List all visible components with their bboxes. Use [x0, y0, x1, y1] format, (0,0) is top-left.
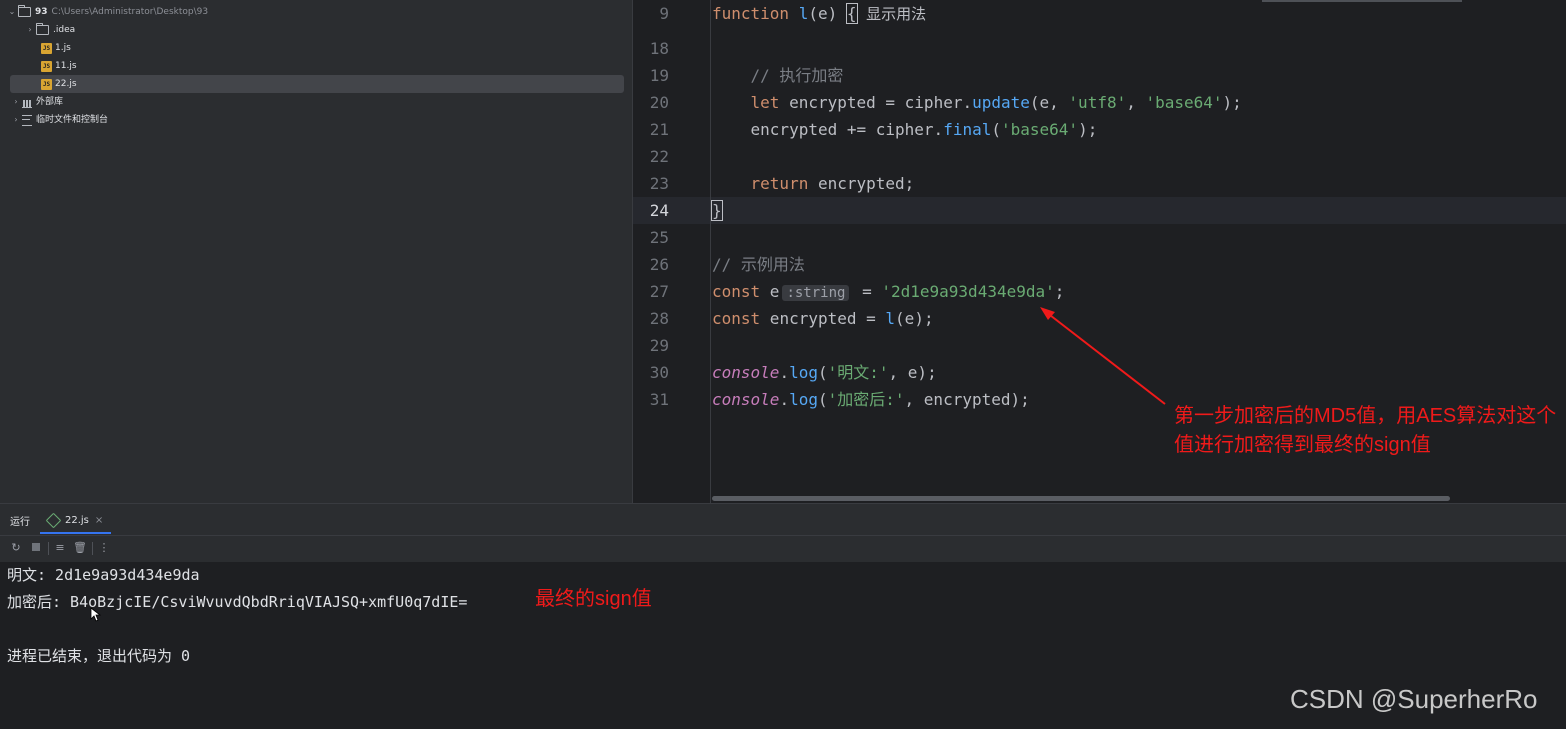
- run-tab-label: 22.js: [65, 514, 89, 526]
- js-file-icon: JS: [41, 60, 52, 72]
- console-output-line: 进程已结束，退出代码为 0: [7, 647, 191, 665]
- tree-item-scratches[interactable]: › 临时文件和控制台: [0, 111, 632, 129]
- folder-icon: [18, 5, 31, 17]
- line-code: function l(e) { 显示用法: [712, 3, 927, 24]
- editor-horizontal-scrollbar[interactable]: [712, 496, 1450, 501]
- line-code: encrypted += cipher.final('base64');: [712, 120, 1098, 139]
- js-file-icon: JS: [41, 42, 52, 54]
- run-tab-22-js[interactable]: 22.js ×: [40, 508, 112, 534]
- line-number: 23: [649, 174, 669, 193]
- code-line[interactable]: 18: [633, 35, 1566, 62]
- line-code: const encrypted = l(e);: [712, 309, 934, 328]
- annotation-arrow: [1040, 307, 1166, 405]
- run-panel-title: 运行: [10, 517, 30, 528]
- tree-item-external-libraries[interactable]: › 外部库: [0, 93, 632, 111]
- tree-item-idea[interactable]: › .idea: [0, 21, 632, 39]
- tree-item-label: 1.js: [55, 43, 71, 53]
- folder-icon: [36, 23, 49, 35]
- line-number: 22: [649, 147, 669, 166]
- line-code: console.log('加密后:', encrypted);: [712, 390, 1030, 409]
- rerun-icon[interactable]: ↻: [9, 541, 23, 555]
- code-line[interactable]: 20 let encrypted = cipher.update(e, 'utf…: [633, 89, 1566, 116]
- trash-icon[interactable]: 🗑: [73, 541, 87, 555]
- mouse-pointer-icon: [90, 607, 102, 622]
- run-tabbar: 运行 22.js ×: [0, 504, 1566, 536]
- annotation-text: 第一步加密后的MD5值，用AES算法对这个值进行加密得到最终的sign值: [1174, 405, 1557, 456]
- line-number: 27: [649, 282, 669, 301]
- line-number: 20: [649, 93, 669, 112]
- line-code: console.log('明文:', e);: [712, 363, 937, 382]
- line-code: return encrypted;: [750, 174, 915, 193]
- line-number: 26: [649, 255, 669, 274]
- line-number: 31: [649, 390, 669, 409]
- close-icon[interactable]: ×: [95, 515, 103, 526]
- console-output-line: 加密后: B4oBzjcIE/CsviWvuvdQbdRriqVIAJSQ+xm…: [7, 593, 468, 611]
- chevron-right-icon[interactable]: ›: [10, 111, 22, 129]
- tree-item-1-js[interactable]: JS 1.js: [0, 39, 632, 57]
- line-code: // 示例用法: [712, 255, 805, 274]
- line-code: // 执行加密: [750, 66, 844, 85]
- line-number: 29: [649, 336, 669, 355]
- js-file-icon: JS: [41, 78, 52, 90]
- tree-item-label: 11.js: [55, 61, 77, 71]
- code-line[interactable]: 9 function l(e) { 显示用法: [633, 0, 1566, 27]
- line-number: 25: [649, 228, 669, 247]
- scratches-icon: [22, 114, 32, 126]
- run-toolbar: ↻ ≡ 🗑 ⋮: [0, 536, 1566, 562]
- sign-annotation: 最终的sign值: [535, 588, 652, 610]
- tree-item-label: 外部库: [36, 97, 64, 107]
- tree-item-11-js[interactable]: JS 11.js: [0, 57, 632, 75]
- code-line[interactable]: 25: [633, 224, 1566, 251]
- line-number: 18: [649, 39, 669, 58]
- library-icon: [22, 97, 32, 108]
- watermark: CSDN @SuperherRo: [1290, 684, 1538, 714]
- nodejs-icon: [45, 512, 62, 528]
- tree-item-label: 22.js: [55, 79, 77, 89]
- line-number: 19: [649, 66, 669, 85]
- root-folder-path: C:\Users\Administrator\Desktop\93: [51, 7, 209, 17]
- code-line[interactable]: 19 // 执行加密: [633, 62, 1566, 89]
- project-tree-panel: ⌄ 93 C:\Users\Administrator\Desktop\93 ›…: [0, 0, 632, 503]
- tree-root-folder[interactable]: ⌄ 93 C:\Users\Administrator\Desktop\93: [0, 3, 632, 21]
- line-code: const e:string = '2d1e9a93d434e9da';: [712, 282, 1065, 301]
- code-line[interactable]: 24}: [633, 197, 1566, 224]
- line-code: }: [711, 200, 723, 221]
- chevron-down-icon[interactable]: ⌄: [6, 3, 18, 21]
- code-line[interactable]: 22: [633, 143, 1566, 170]
- chevron-right-icon[interactable]: ›: [24, 21, 36, 39]
- line-number: 21: [649, 120, 669, 139]
- console-output-line: 明文: 2d1e9a93d434e9da: [7, 566, 200, 584]
- more-options-icon[interactable]: ⋮: [97, 541, 111, 555]
- line-number: 24: [649, 201, 669, 220]
- line-number: 9: [659, 4, 669, 23]
- code-line[interactable]: 26 // 示例用法: [633, 251, 1566, 278]
- tree-item-label: .idea: [53, 25, 76, 35]
- line-code: let encrypted = cipher.update(e, 'utf8',…: [750, 93, 1242, 112]
- tree-item-22-js[interactable]: JS 22.js: [0, 75, 632, 93]
- line-number: 28: [649, 309, 669, 328]
- code-line[interactable]: 23 return encrypted;: [633, 170, 1566, 197]
- code-line[interactable]: 21 encrypted += cipher.final('base64');: [633, 116, 1566, 143]
- chevron-right-icon[interactable]: ›: [10, 93, 22, 111]
- tree-item-label: 临时文件和控制台: [36, 115, 109, 125]
- line-number: 30: [649, 363, 669, 382]
- soft-wrap-icon[interactable]: ≡: [53, 541, 67, 555]
- root-folder-name: 93: [35, 7, 48, 17]
- stop-button[interactable]: [29, 541, 43, 555]
